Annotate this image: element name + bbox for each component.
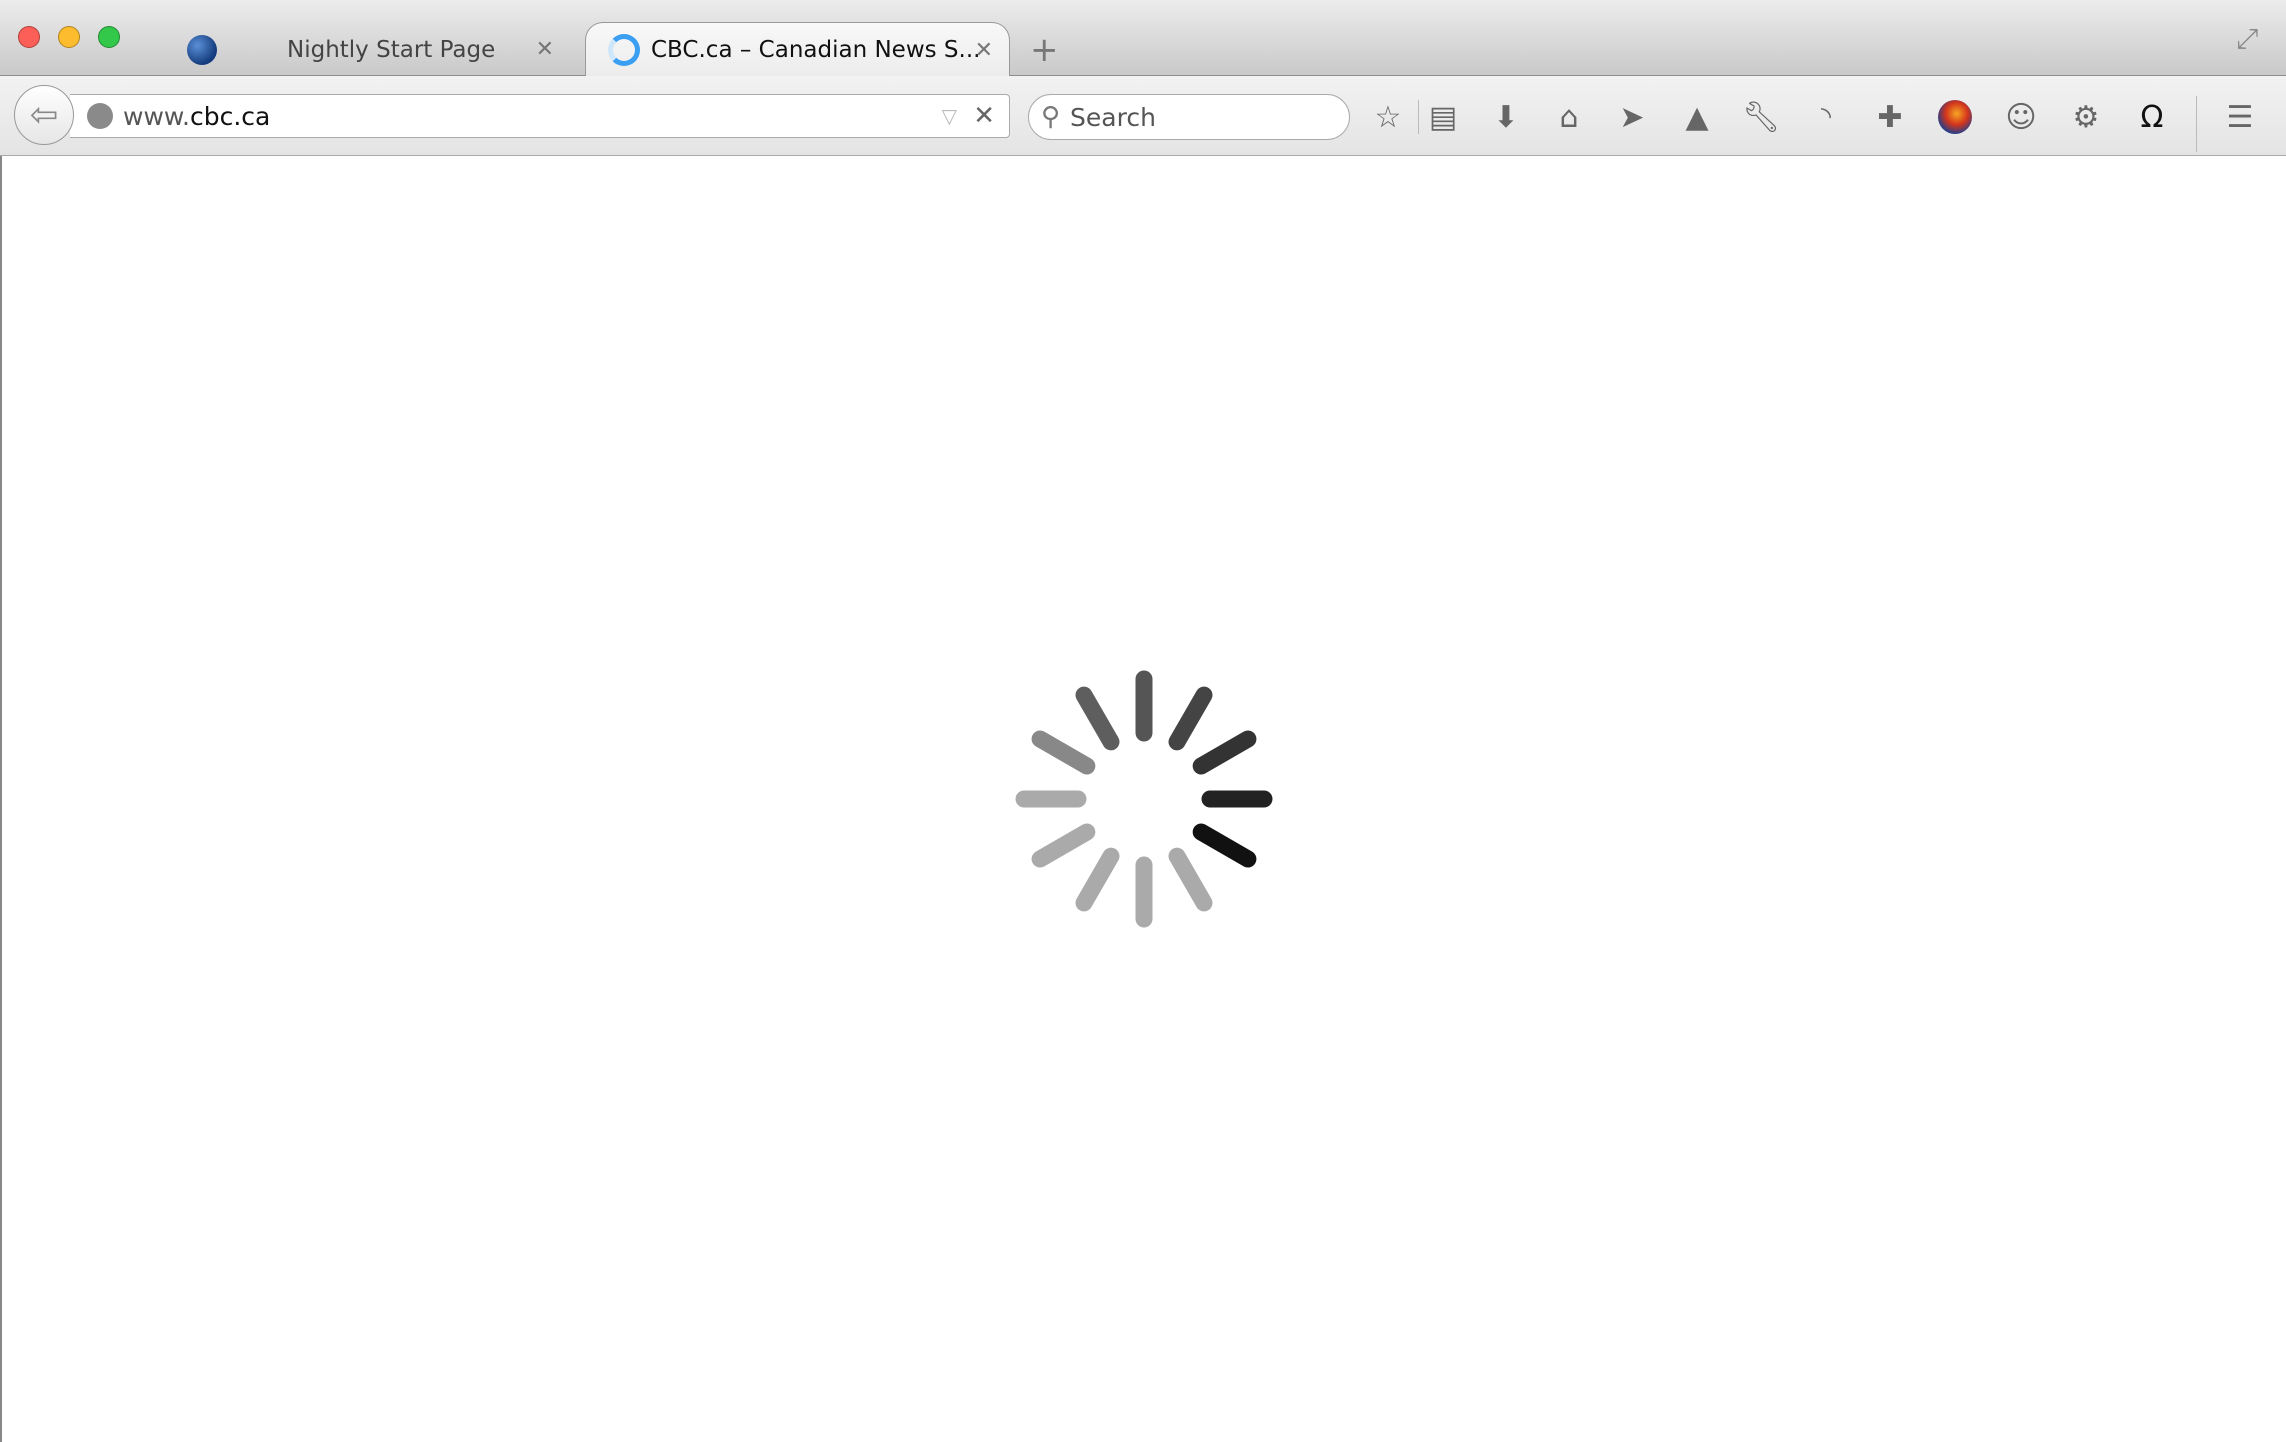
site-identity-globe-icon[interactable] (87, 103, 113, 129)
firefox-icon[interactable] (1933, 95, 1977, 139)
close-tab-icon[interactable]: ✕ (975, 38, 993, 63)
spinner-bar (1192, 730, 1257, 775)
back-arrow-icon: ⇦ (29, 95, 59, 135)
reading-list-icon[interactable]: ▤ (1421, 95, 1465, 139)
search-placeholder: Search (1070, 102, 1156, 132)
pocket-icon[interactable]: Ω (2130, 95, 2174, 139)
puzzle-icon[interactable]: ✚ (1868, 95, 1912, 139)
chat-icon[interactable]: ☺ (1999, 95, 2043, 139)
stop-icon[interactable]: ✕ (973, 101, 995, 131)
rocket-icon[interactable]: ▲ (1675, 95, 1719, 139)
new-tab-button[interactable]: + (1030, 30, 1059, 70)
search-bar[interactable]: ⚲ Search (1028, 94, 1350, 140)
spinner-bar (1075, 686, 1120, 751)
wrench-icon[interactable]: 🔧︎ (1739, 95, 1783, 139)
tab-label: CBC.ca – Canadian News S... (651, 37, 981, 63)
zoom-window-button[interactable] (98, 26, 120, 48)
separator (2196, 96, 2197, 152)
gear-icon[interactable]: ⚙ (2064, 95, 2108, 139)
download-icon[interactable]: ⬇ (1484, 95, 1528, 139)
separator (1418, 100, 1419, 134)
spinner-bar (1192, 823, 1257, 868)
url-bar[interactable]: www. cbc.ca ▽ ✕ (70, 94, 1010, 138)
url-prefix: www. (123, 101, 190, 131)
history-dropdown-icon[interactable]: ▽ (942, 104, 957, 128)
spinner-bar (1168, 686, 1213, 751)
minimize-window-button[interactable] (58, 26, 80, 48)
close-tab-icon[interactable]: ✕ (536, 37, 554, 62)
home-icon[interactable]: ⌂ (1547, 95, 1591, 139)
spinner-bar (1075, 847, 1120, 912)
back-button[interactable]: ⇦ (14, 85, 74, 145)
loading-spinner-icon (1015, 670, 1273, 928)
tab-label: Nightly Start Page (287, 36, 496, 63)
url-domain: cbc.ca (190, 101, 271, 131)
rss-icon[interactable]: ◝ (1804, 95, 1848, 139)
page-content (0, 156, 2286, 1442)
loading-throbber-icon (608, 34, 640, 66)
star-icon[interactable]: ☆ (1366, 95, 1410, 139)
search-icon: ⚲ (1041, 102, 1061, 132)
tab-cbc[interactable]: CBC.ca – Canadian News S... ✕ (585, 22, 1010, 77)
spinner-bar (1031, 730, 1096, 775)
menu-icon[interactable]: ☰ (2218, 95, 2262, 139)
paper-plane-icon[interactable]: ➤ (1610, 95, 1654, 139)
spinner-bar (1031, 823, 1096, 868)
fullscreen-icon[interactable]: ⤢ (2236, 22, 2258, 56)
spinner-bar (1168, 847, 1213, 912)
globe-icon (187, 34, 217, 65)
tab-nightly-start-page[interactable]: Nightly Start Page ✕ (170, 22, 570, 77)
close-window-button[interactable] (18, 26, 40, 48)
